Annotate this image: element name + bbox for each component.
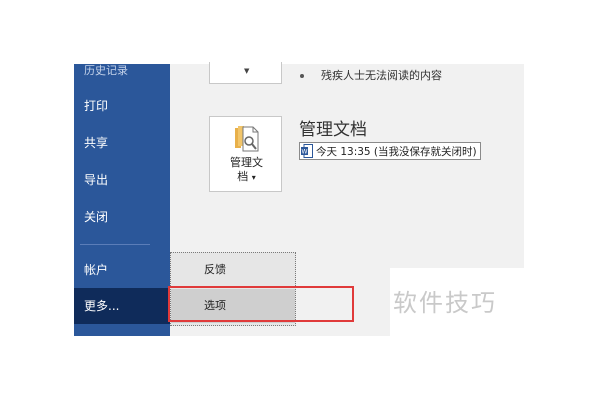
manage-document-label: 管理文 档 ▾ (210, 156, 283, 185)
sidebar-item-close[interactable]: 关闭 (74, 202, 170, 232)
accessibility-note: 残疾人士无法阅读的内容 (321, 69, 442, 82)
chevron-down-icon: ▾ (251, 173, 256, 182)
watermark: 软件技巧 (393, 289, 497, 317)
manage-document-heading: 管理文档 (299, 120, 367, 140)
svg-text:W: W (302, 149, 308, 156)
chevron-down-icon: ▼ (244, 67, 250, 75)
sidebar-item-history[interactable]: 历史记录 (74, 56, 170, 86)
sidebar-item-more[interactable]: 更多... (74, 288, 170, 324)
word-document-icon: W (301, 144, 313, 158)
sidebar-item-export[interactable]: 导出 (74, 165, 170, 195)
manage-document-icon (235, 126, 259, 152)
sidebar-item-print[interactable]: 打印 (74, 91, 170, 121)
autosave-version-text: 今天 13:35 (当我没保存就关闭时) (316, 145, 477, 158)
autosave-version-item[interactable]: W 今天 13:35 (当我没保存就关闭时) (299, 142, 481, 160)
backstage-view: 历史记录 打印 共享 导出 关闭 帐户 更多... ▼ 残疾人士无法阅读的内容 … (0, 0, 600, 400)
backstage-sidebar: 历史记录 打印 共享 导出 关闭 帐户 更多... (74, 64, 170, 336)
options-highlight-box (168, 286, 354, 322)
inspect-document-button[interactable]: ▼ (209, 62, 282, 84)
manage-document-button[interactable]: 管理文 档 ▾ (209, 116, 282, 192)
sidebar-item-share[interactable]: 共享 (74, 128, 170, 158)
manage-label-line2: 档 ▾ (210, 170, 283, 185)
manage-label-text: 档 (237, 170, 249, 183)
sidebar-item-account[interactable]: 帐户 (74, 255, 170, 285)
manage-label-line1: 管理文 (230, 156, 263, 169)
sidebar-divider (80, 244, 150, 245)
menu-item-feedback[interactable]: 反馈 (171, 253, 295, 287)
bullet-icon (300, 74, 304, 78)
